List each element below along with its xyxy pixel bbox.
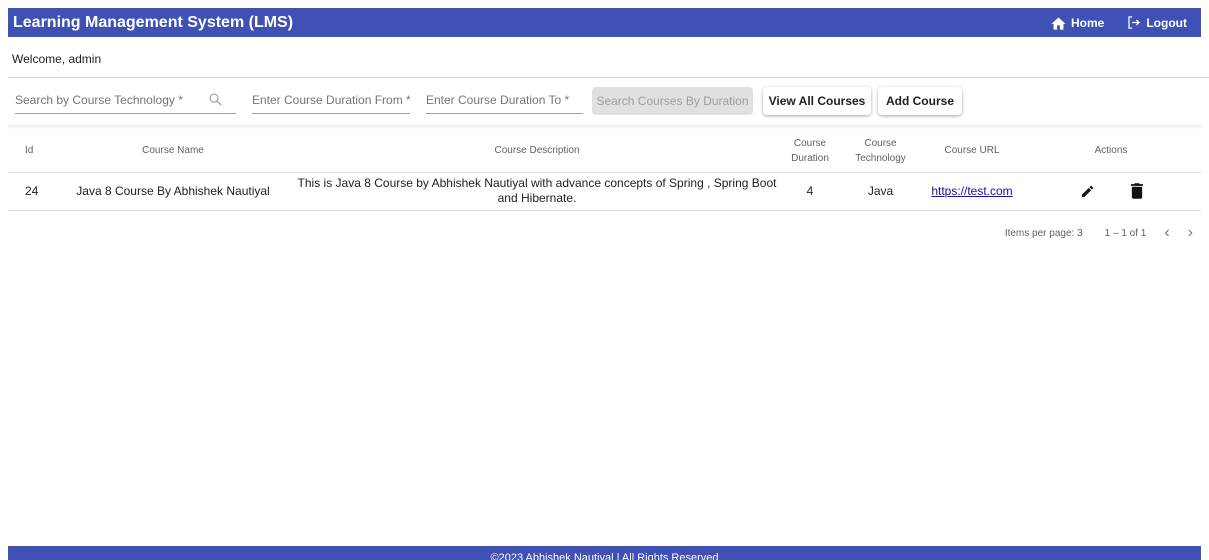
cell-description: This is Java 8 Course by Abhishek Nautiy… xyxy=(292,172,782,211)
col-header-technology[interactable]: Course Technology xyxy=(838,130,923,173)
welcome-message: Welcome, admin xyxy=(12,52,102,66)
col-header-duration-line1: Course xyxy=(793,137,827,149)
chevron-right-icon[interactable]: › xyxy=(1188,224,1193,242)
table-header-row: Id Course Name Course Description Course… xyxy=(8,130,1201,173)
table-header-shadow xyxy=(8,125,1201,129)
cell-technology: Java xyxy=(838,172,923,211)
col-header-duration-line2: Duration xyxy=(791,152,829,164)
col-header-technology-line2: Technology xyxy=(855,152,906,164)
edit-icon[interactable] xyxy=(1080,184,1095,199)
delete-icon[interactable] xyxy=(1130,183,1143,199)
app-header: Learning Management System (LMS) Home Lo… xyxy=(8,8,1201,37)
duration-to-placeholder: Enter Course Duration To * xyxy=(426,92,570,107)
cell-duration: 4 xyxy=(782,172,838,211)
add-course-button[interactable]: Add Course xyxy=(878,87,962,115)
search-icon xyxy=(209,93,222,109)
cell-actions xyxy=(1021,172,1201,211)
view-all-courses-button[interactable]: View All Courses xyxy=(763,87,871,115)
duration-from-input[interactable]: Enter Course Duration From * xyxy=(252,86,411,114)
home-icon xyxy=(1050,15,1067,30)
logout-link[interactable]: Logout xyxy=(1126,15,1187,30)
courses-table: Id Course Name Course Description Course… xyxy=(8,130,1201,211)
col-header-actions: Actions xyxy=(1021,130,1201,173)
cell-url: https://test.com xyxy=(923,172,1021,211)
cell-name: Java 8 Course By Abhishek Nautiyal xyxy=(54,172,292,211)
col-header-duration[interactable]: Course Duration xyxy=(782,130,838,173)
page-range-label: 1 – 1 of 1 xyxy=(1104,227,1147,239)
items-per-page-label[interactable]: Items per page: 3 xyxy=(1005,228,1083,239)
footer: ©2023 Abhishek Nautiyal | All Rights Res… xyxy=(8,546,1201,560)
col-header-name[interactable]: Course Name xyxy=(54,130,292,173)
row-actions xyxy=(1021,183,1201,199)
col-header-technology-line1: Course xyxy=(864,137,897,149)
col-header-url[interactable]: Course URL xyxy=(923,130,1021,173)
logout-label: Logout xyxy=(1146,15,1187,30)
search-by-duration-button[interactable]: Search Courses By Duration xyxy=(592,87,753,115)
search-toolbar: Search by Course Technology * Enter Cour… xyxy=(8,86,1201,116)
col-header-description[interactable]: Course Description xyxy=(292,130,782,173)
table-row: 24 Java 8 Course By Abhishek Nautiyal Th… xyxy=(8,172,1201,211)
duration-from-placeholder: Enter Course Duration From * xyxy=(252,92,411,107)
app-title: Learning Management System (LMS) xyxy=(13,13,294,31)
cell-id: 24 xyxy=(8,172,54,211)
technology-search-placeholder: Search by Course Technology * xyxy=(15,92,183,107)
col-header-id[interactable]: Id xyxy=(8,130,54,173)
logout-icon xyxy=(1126,15,1142,30)
home-label: Home xyxy=(1071,15,1105,30)
header-nav: Home Logout xyxy=(1050,15,1187,30)
home-link[interactable]: Home xyxy=(1050,15,1104,30)
technology-search-input[interactable]: Search by Course Technology * xyxy=(15,86,236,114)
chevron-left-icon[interactable]: ‹ xyxy=(1164,224,1169,242)
divider xyxy=(8,77,1209,78)
course-url-link[interactable]: https://test.com xyxy=(931,184,1012,198)
paginator: Items per page: 3 1 – 1 of 1 ‹ › xyxy=(1005,224,1193,242)
duration-to-input[interactable]: Enter Course Duration To * xyxy=(426,86,583,114)
